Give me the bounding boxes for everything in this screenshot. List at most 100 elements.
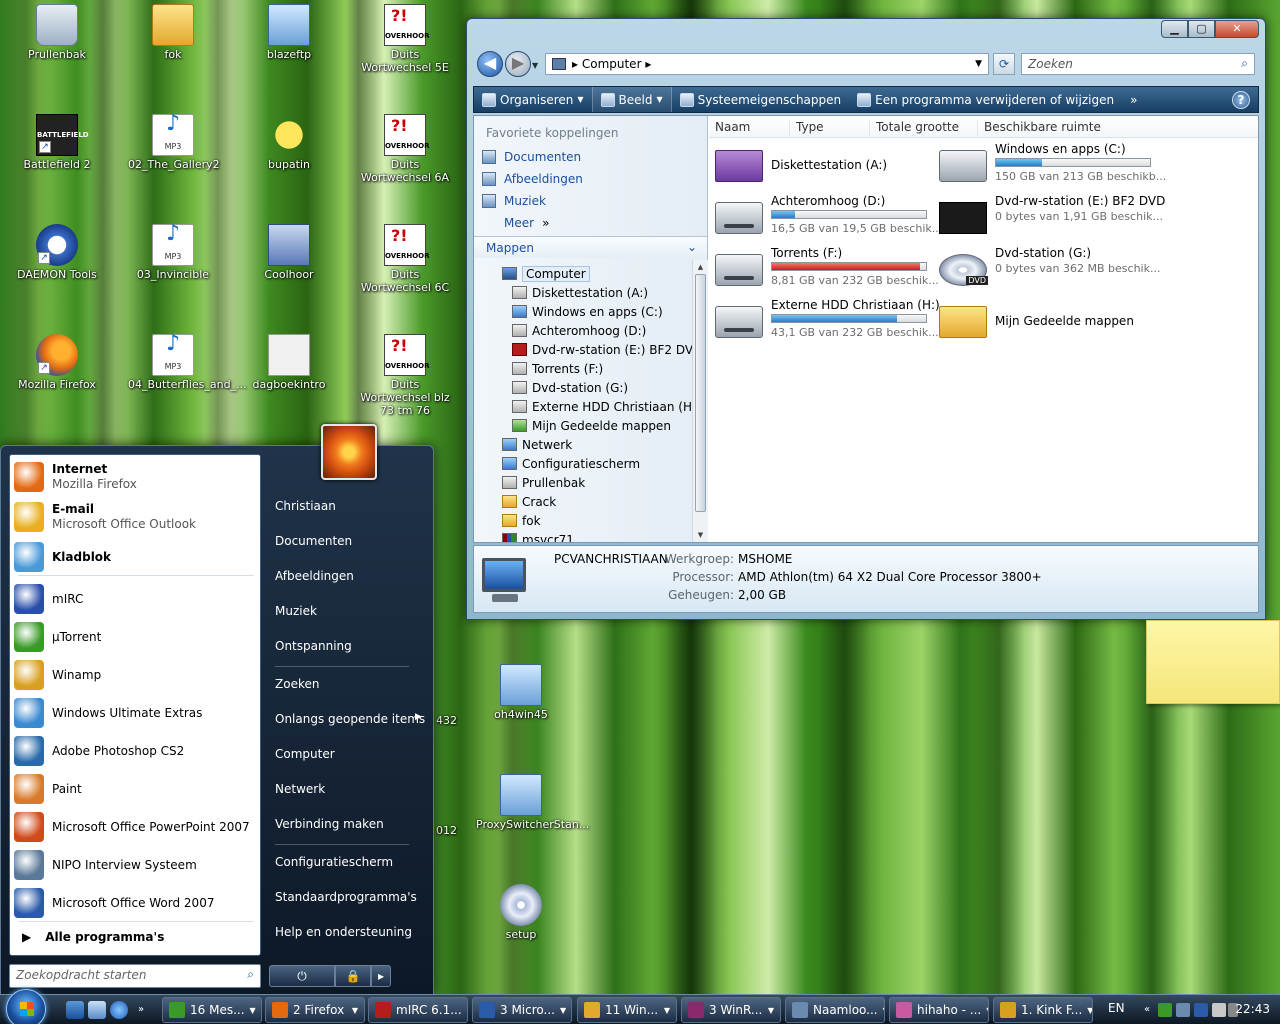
system-properties-button[interactable]: Systeemeigenschappen [672, 87, 849, 112]
tree-item[interactable]: Externe HDD Christiaan (H:) [512, 397, 692, 416]
sticky-note[interactable] [1146, 620, 1280, 704]
scroll-up-icon[interactable]: ▲ [693, 260, 708, 274]
address-dropdown-icon[interactable]: ▼ [975, 56, 982, 72]
desktop-icon-oh4win[interactable]: oh4win45 [476, 664, 566, 721]
column-free-space[interactable]: Beschikbare ruimte [977, 120, 1117, 136]
start-menu-item[interactable]: µTorrent [14, 619, 258, 655]
tree-item[interactable]: fok [502, 511, 541, 530]
start-menu-place[interactable]: Standaardprogramma's [275, 890, 417, 904]
uninstall-program-button[interactable]: Een programma verwijderen of wijzigen [849, 87, 1122, 112]
start-menu-item[interactable]: Internet Mozilla Firefox [14, 459, 258, 495]
maximize-button[interactable]: ▢ [1188, 20, 1215, 38]
desktop-icon-duits6a[interactable]: ?! OVERHOOR Duits Wortwechsel 6A [360, 114, 450, 184]
start-menu-item[interactable]: Paint [14, 771, 258, 807]
taskbar-button[interactable]: 11 Win... ▼ [577, 997, 677, 1023]
start-menu-place[interactable]: Afbeeldingen [275, 569, 354, 583]
desktop-icon-battlefield[interactable]: BATTLEFIELD ↗ Battlefield 2 [12, 114, 102, 171]
desktop-icon-invincible[interactable]: ♪ MP3 03_Invincible [128, 223, 218, 282]
drive-item[interactable]: Externe HDD Christiaan (H:) 43,1 GB van 2… [715, 298, 940, 344]
start-menu-item[interactable]: mIRC [14, 581, 258, 617]
drive-item[interactable]: Windows en apps (C:) 150 GB van 213 GB be… [939, 142, 1166, 188]
scroll-down-icon[interactable]: ▼ [693, 528, 708, 542]
tree-scrollbar[interactable]: ▲ ▼ [692, 260, 708, 542]
taskbar-button[interactable]: 3 Micro... ▼ [472, 997, 572, 1023]
taskbar-button[interactable]: 2 Firefox ▼ [265, 997, 365, 1023]
drive-item[interactable]: DVD Dvd-station (G:) 0 bytes van 362 MB be… [939, 246, 1160, 292]
desktop-icon-duits73[interactable]: ?! OVERHOOR Duits Wortwechsel blz 73 tm 76 [360, 334, 450, 417]
volume-icon[interactable] [1212, 1003, 1226, 1017]
taskbar-button[interactable]: hihaho - ... ▼ [889, 997, 989, 1023]
drive-item[interactable]: Torrents (F:) 8,81 GB van 232 GB beschik.… [715, 246, 939, 292]
desktop-icon-prullenbak[interactable]: Prullenbak [12, 4, 102, 61]
search-input[interactable]: Zoeken ⌕ [1021, 53, 1255, 75]
scroll-thumb[interactable] [695, 274, 706, 512]
show-desktop-icon[interactable] [66, 1001, 84, 1019]
folders-header[interactable]: Mappen ⌄ [474, 236, 707, 258]
drive-item[interactable]: Diskettestation (A:) [715, 142, 935, 188]
desktop-icon-coolhoor[interactable]: Coolhoor [244, 224, 334, 281]
tree-item[interactable]: msvcr71 [502, 530, 574, 542]
column-total-size[interactable]: Totale grootte [869, 120, 977, 136]
tray-expand-icon[interactable]: « [1140, 1003, 1154, 1017]
desktop-icon-daemon[interactable]: ↗ DAEMON Tools [12, 224, 102, 281]
favorite-link-documents[interactable]: Documenten [482, 150, 581, 164]
column-type[interactable]: Type [789, 120, 869, 136]
start-button[interactable] [6, 989, 46, 1024]
desktop-icon-setup[interactable]: setup [476, 884, 566, 941]
power-options-arrow-icon[interactable]: ▸ [371, 965, 391, 987]
start-menu-place[interactable]: Configuratiescherm [275, 855, 393, 869]
start-menu-item[interactable]: Adobe Photoshop CS2 [14, 733, 258, 769]
start-menu-item[interactable]: Winamp [14, 657, 258, 693]
start-menu-place[interactable]: Christiaan [275, 499, 336, 513]
tree-item[interactable]: Crack [502, 492, 556, 511]
desktop-icon-proxy[interactable]: ProxySwitcherStan... [476, 774, 589, 831]
start-menu-item[interactable]: Windows Ultimate Extras [14, 695, 258, 731]
desktop-icon-duits6c[interactable]: ?! OVERHOOR Duits Wortwechsel 6C [360, 224, 450, 294]
column-name[interactable]: Naam [709, 120, 789, 136]
search-icon[interactable]: ⌕ [1241, 55, 1248, 71]
favorite-link-pictures[interactable]: Afbeeldingen [482, 172, 583, 186]
refresh-button[interactable]: ⟳ [993, 53, 1015, 75]
organize-button[interactable]: Organiseren ▼ [474, 87, 592, 112]
start-menu-place[interactable]: Netwerk [275, 782, 325, 796]
tree-item[interactable]: Dvd-rw-station (E:) BF2 DVD [512, 340, 692, 359]
forward-button[interactable]: ▶ [505, 51, 531, 77]
tree-item[interactable]: Netwerk [502, 435, 572, 454]
start-menu-item[interactable]: E-mail Microsoft Office Outlook [14, 499, 258, 535]
desktop-icon-firefox[interactable]: ↗ Mozilla Firefox [12, 334, 102, 391]
taskbar-button[interactable]: 3 WinR... ▼ [681, 997, 781, 1023]
internet-explorer-icon[interactable] [110, 1001, 128, 1019]
tree-item[interactable]: Mijn Gedeelde mappen [512, 416, 671, 435]
start-search-input[interactable]: Zoekopdracht starten ⌕ [9, 964, 261, 988]
desktop-icon-blazeftp[interactable]: blazeftp [244, 4, 334, 61]
drive-item[interactable]: Achteromhoog (D:) 16,5 GB van 19,5 GB bes… [715, 194, 942, 240]
tree-item[interactable]: Achteromhoog (D:) [512, 321, 646, 340]
all-programs-button[interactable]: ▶ Alle programma's [14, 925, 258, 949]
desktop-icon-bupatin[interactable]: bupatin [244, 114, 334, 171]
start-menu-item[interactable]: Microsoft Office Word 2007 [14, 885, 258, 921]
drive-item[interactable]: Mijn Gedeelde mappen [939, 298, 1159, 344]
back-button[interactable]: ◀ [477, 51, 503, 77]
more-commands-button[interactable]: » [1122, 87, 1145, 112]
power-icon[interactable]: ⏻ [269, 965, 335, 987]
tree-item[interactable]: Torrents (F:) [512, 359, 603, 378]
start-menu-place[interactable]: Zoeken [275, 677, 319, 691]
tree-item[interactable]: Configuratiescherm [502, 454, 640, 473]
desktop-icon-dagboek[interactable]: dagboekintro [244, 334, 334, 391]
recent-pages-dropdown-icon[interactable]: ▼ [532, 61, 538, 70]
start-menu-item[interactable]: Microsoft Office PowerPoint 2007 [14, 809, 258, 845]
taskbar-button[interactable]: 16 Mes... ▼ [162, 997, 262, 1023]
close-button[interactable]: ✕ [1215, 20, 1259, 38]
taskbar-button[interactable]: mIRC 6.1... ▼ [368, 997, 468, 1023]
desktop-icon-duits5e[interactable]: ?! OVERHOOR Duits Wortwechsel 5E [360, 4, 450, 74]
start-menu-item[interactable]: NIPO Interview Systeem [14, 847, 258, 883]
drive-item[interactable]: Dvd-rw-station (E:) BF2 DVD 0 bytes van 1… [939, 194, 1165, 240]
taskbar-button[interactable]: 1. Kink F... ▼ [993, 997, 1093, 1023]
view-button[interactable]: Beeld ▼ [591, 87, 672, 112]
start-menu-place[interactable]: Documenten [275, 534, 352, 548]
desktop-icon-butterflies[interactable]: ♪ MP3 04_Butterflies_and_... [128, 333, 247, 392]
start-menu-place[interactable]: Help en ondersteuning [275, 925, 412, 939]
quick-launch-overflow-icon[interactable]: » [138, 1001, 148, 1019]
explorer-window[interactable]: ▁ ▢ ✕ ◀ ▶ ▼ ▸ Computer ▸ ▼ ⟳ Zoeken ⌕ Org… [466, 18, 1266, 620]
start-menu-place[interactable]: Onlangs geopende items [275, 712, 425, 726]
